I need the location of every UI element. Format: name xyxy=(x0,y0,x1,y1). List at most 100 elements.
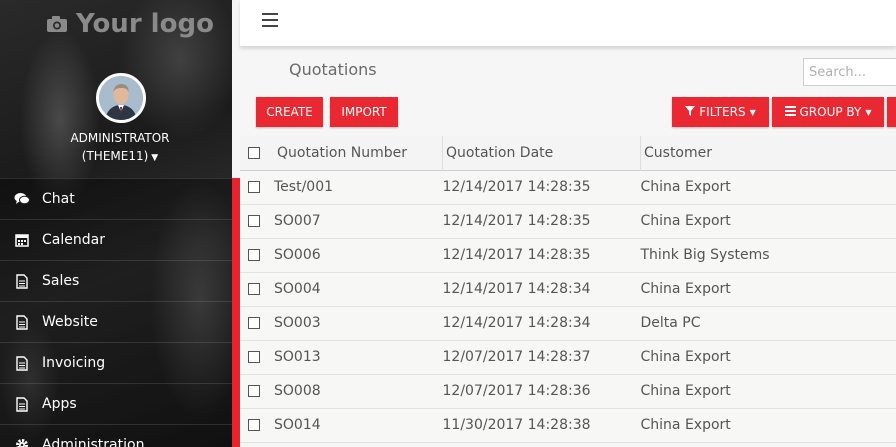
page-title: Quotations xyxy=(289,60,377,79)
sidebar-item-chat[interactable]: Chat xyxy=(0,178,232,219)
user-menu[interactable]: ADMINISTRATOR (THEME11) ▼ xyxy=(0,129,232,167)
group-by-button-label: GROUP BY xyxy=(799,105,862,119)
sidebar-item-sales[interactable]: Sales xyxy=(0,260,232,301)
create-button-label: CREATE xyxy=(266,105,313,119)
quotation-date-cell: 12/14/2017 14:28:35 xyxy=(442,179,591,195)
user-name: ADMINISTRATOR xyxy=(70,131,170,145)
quotation-number-cell: SO006 xyxy=(274,247,321,263)
calendar-icon xyxy=(14,232,30,248)
quotation-number-cell: SO008 xyxy=(274,383,321,399)
row-checkbox[interactable] xyxy=(248,249,260,261)
chat-icon xyxy=(14,191,30,207)
document-icon xyxy=(14,396,30,412)
row-select-cell xyxy=(240,170,274,204)
quotation-date-cell: 11/30/2017 14:28:38 xyxy=(442,417,591,433)
row-select-cell xyxy=(240,374,274,408)
row-select-cell xyxy=(240,204,274,238)
table-row[interactable]: SO008 12/07/2017 14:28:36 China Export xyxy=(240,374,896,408)
topbar xyxy=(240,0,896,47)
quotation-number-cell: SO004 xyxy=(274,281,321,297)
quotation-date-cell: 12/14/2017 14:28:34 xyxy=(442,315,591,331)
row-select-cell xyxy=(240,408,274,442)
row-checkbox[interactable] xyxy=(248,351,260,363)
sidebar-item-administration[interactable]: Administration xyxy=(0,424,232,447)
caret-down-icon: ▼ xyxy=(151,153,159,163)
row-checkbox[interactable] xyxy=(248,215,260,227)
quotation-number-cell: SO013 xyxy=(274,349,321,365)
search-input[interactable] xyxy=(803,58,896,86)
user-company: (THEME11) xyxy=(81,149,149,163)
table-row[interactable]: SO014 11/30/2017 14:28:38 China Export xyxy=(240,408,896,442)
table-row[interactable]: SO007 12/14/2017 14:28:35 China Export xyxy=(240,204,896,238)
quotation-date-cell: 12/07/2017 14:28:37 xyxy=(442,349,591,365)
quotations-table: Quotation Number Quotation Date Customer… xyxy=(240,136,896,443)
sidebar-item-label: Administration xyxy=(42,437,145,447)
quotation-number-cell: SO014 xyxy=(274,417,321,433)
row-checkbox[interactable] xyxy=(248,317,260,329)
caret-down-icon: ▼ xyxy=(865,107,872,117)
logo[interactable]: Your logo xyxy=(46,8,214,40)
row-select-cell xyxy=(240,238,274,272)
row-checkbox[interactable] xyxy=(248,283,260,295)
row-checkbox[interactable] xyxy=(248,181,260,193)
filters-button[interactable]: FILTERS ▼ xyxy=(672,97,769,127)
sidebar-item-label: Website xyxy=(42,314,98,330)
active-indicator-strip xyxy=(232,178,240,447)
column-header-quotation-number[interactable]: Quotation Number xyxy=(274,136,443,170)
filter-icon xyxy=(685,105,696,119)
filters-button-label: FILTERS xyxy=(699,105,746,119)
customer-cell: China Export xyxy=(640,417,731,433)
quotation-number-cell: SO007 xyxy=(274,213,321,229)
group-by-button[interactable]: GROUP BY ▼ xyxy=(772,97,884,127)
quotation-date-cell: 12/14/2017 14:28:35 xyxy=(442,213,591,229)
quotation-number-cell: Test/001 xyxy=(274,179,334,195)
customer-cell: China Export xyxy=(640,349,731,365)
select-all-checkbox[interactable] xyxy=(248,146,260,159)
import-button[interactable]: IMPORT xyxy=(330,97,398,127)
row-checkbox[interactable] xyxy=(248,385,260,397)
more-button[interactable] xyxy=(887,97,896,127)
select-all-cell xyxy=(240,136,274,170)
camera-icon xyxy=(46,15,68,33)
create-button[interactable]: CREATE xyxy=(256,97,323,127)
sidebar: Your logo ADMINISTRATOR (THEME11) ▼ Chat … xyxy=(0,0,232,447)
table-row[interactable]: Test/001 12/14/2017 14:28:35 China Expor… xyxy=(240,170,896,204)
sidebar-item-label: Sales xyxy=(42,273,80,289)
sidebar-item-invoicing[interactable]: Invoicing xyxy=(0,342,232,383)
quotation-number-cell: SO003 xyxy=(274,315,321,331)
table-row[interactable]: SO004 12/14/2017 14:28:34 China Export xyxy=(240,272,896,306)
column-header-label: Quotation Number xyxy=(277,144,408,161)
row-checkbox[interactable] xyxy=(248,419,260,431)
row-select-cell xyxy=(240,306,274,340)
sidebar-item-label: Calendar xyxy=(42,232,105,248)
customer-cell: China Export xyxy=(640,281,731,297)
quotation-date-cell: 12/14/2017 14:28:34 xyxy=(442,281,591,297)
table-row[interactable]: SO013 12/07/2017 14:28:37 China Export xyxy=(240,340,896,374)
customer-cell: Think Big Systems xyxy=(640,247,770,263)
column-header-quotation-date[interactable]: Quotation Date xyxy=(442,136,641,170)
gear-icon xyxy=(14,437,30,447)
sidebar-item-website[interactable]: Website xyxy=(0,301,232,342)
row-select-cell xyxy=(240,272,274,306)
table-header-row: Quotation Number Quotation Date Customer xyxy=(240,136,896,170)
logo-text: Your logo xyxy=(76,9,214,39)
list-icon xyxy=(784,105,796,119)
quotation-date-cell: 12/07/2017 14:28:36 xyxy=(442,383,591,399)
document-icon xyxy=(14,314,30,330)
sidebar-item-calendar[interactable]: Calendar xyxy=(0,219,232,260)
sidebar-menu: Chat Calendar Sales Website Invoicing Ap… xyxy=(0,178,232,447)
document-icon xyxy=(14,273,30,289)
document-icon xyxy=(14,355,30,371)
hamburger-icon[interactable] xyxy=(262,13,278,27)
import-button-label: IMPORT xyxy=(341,105,387,119)
column-header-label: Quotation Date xyxy=(446,144,554,161)
column-header-customer[interactable]: Customer xyxy=(641,136,896,170)
row-select-cell xyxy=(240,340,274,374)
sidebar-item-label: Apps xyxy=(42,396,77,412)
sidebar-item-apps[interactable]: Apps xyxy=(0,383,232,424)
table-row[interactable]: SO006 12/14/2017 14:28:35 Think Big Syst… xyxy=(240,238,896,272)
table-row[interactable]: SO003 12/14/2017 14:28:34 Delta PC xyxy=(240,306,896,340)
sidebar-item-label: Invoicing xyxy=(42,355,106,371)
avatar[interactable] xyxy=(96,73,146,123)
sidebar-item-label: Chat xyxy=(42,191,75,207)
